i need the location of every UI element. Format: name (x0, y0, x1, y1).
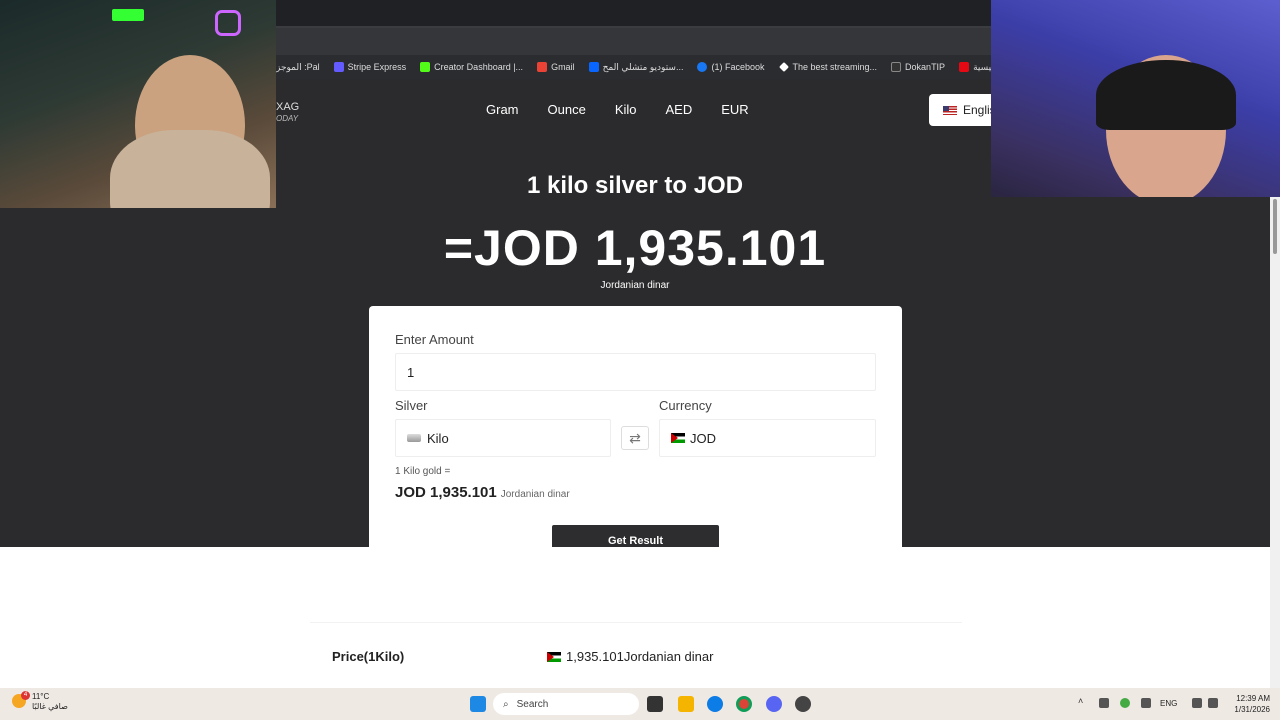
currency-select[interactable]: JOD (659, 419, 876, 457)
clock-time: 12:39 AM (1236, 694, 1270, 703)
price-row-value: 1,935.101Jordanian dinar (547, 649, 713, 664)
discord-icon[interactable] (766, 696, 782, 712)
silver-unit-select[interactable]: Kilo (395, 419, 611, 457)
nav-eur[interactable]: EUR (721, 102, 748, 117)
kick-icon (420, 62, 431, 72)
nav-aed[interactable]: AED (666, 102, 693, 117)
bookmark-item[interactable]: الموجز :Pal (276, 62, 320, 73)
notification-badge: 4 (21, 691, 30, 700)
page-scrollbar[interactable] (1270, 197, 1280, 688)
meta-icon (588, 62, 599, 72)
edge-browser-icon[interactable] (707, 696, 723, 712)
jordan-flag-icon (547, 651, 561, 662)
logo-subtext: ODAY (276, 114, 299, 123)
logo-text: XAG (276, 101, 300, 113)
converter-card: Enter Amount 1 Silver Kilo ⇄ Currency JO… (369, 306, 902, 584)
swap-arrows-icon: ⇄ (629, 429, 641, 446)
sync-icon[interactable] (1099, 698, 1109, 708)
task-view-icon[interactable] (647, 696, 663, 712)
chrome-browser-icon[interactable] (736, 696, 752, 712)
jordan-flag-icon (671, 433, 685, 443)
bookmark-item[interactable]: (1) Facebook (697, 62, 765, 72)
conversion-unit: Jordanian dinar (500, 489, 570, 500)
bookmark-label: DokanTIP (905, 62, 946, 72)
bookmark-item[interactable]: Stripe Express (333, 62, 407, 72)
us-flag-icon (943, 105, 957, 115)
dokantip-icon (891, 62, 902, 72)
table-row: Price(1Kilo) 1,935.101Jordanian dinar (310, 622, 962, 688)
headset-icon (1096, 60, 1236, 130)
price-table-section: Price(1Kilo) 1,935.101Jordanian dinar (0, 547, 1280, 688)
silver-unit-value: Kilo (427, 430, 449, 446)
silver-label: Silver (395, 398, 428, 413)
windows-start-icon[interactable] (470, 696, 486, 712)
weather-description: صافي غالبًا (32, 702, 68, 711)
network-icon[interactable] (1192, 698, 1202, 708)
volume-icon[interactable] (1208, 698, 1218, 708)
windows-taskbar: 11°C صافي غالبًا 4 ⌕ Search ˄ ENG 12:39 … (0, 688, 1280, 720)
currency-value: JOD (690, 430, 716, 446)
microphone-icon[interactable] (1141, 698, 1151, 708)
streamer-shirt (110, 130, 270, 208)
bookmark-label: Gmail (551, 62, 575, 72)
gmail-icon (537, 62, 548, 72)
input-language[interactable]: ENG (1160, 699, 1177, 708)
price-value-text: 1,935.101Jordanian dinar (566, 649, 714, 664)
facebook-icon (697, 62, 708, 72)
webcam-overlay-left (0, 0, 276, 208)
nav-kilo[interactable]: Kilo (615, 102, 637, 117)
diamond-icon (778, 62, 789, 72)
netflix-icon (959, 62, 970, 72)
conversion-note: 1 Kilo gold = (395, 466, 451, 477)
main-nav: Gram Ounce Kilo AED EUR (486, 102, 778, 117)
swap-button[interactable]: ⇄ (621, 426, 649, 450)
bookmark-label: Stripe Express (347, 62, 407, 72)
conversion-result: JOD 1,935.101 Jordanian dinar (395, 484, 570, 501)
silver-bar-icon (407, 434, 421, 442)
bookmark-label: ستوديو متشلي المح... (602, 61, 684, 72)
amount-value: 1 (407, 364, 415, 380)
system-clock[interactable]: 12:39 AM 1/31/2026 (1226, 693, 1270, 715)
amount-input[interactable]: 1 (395, 353, 876, 391)
tray-expand-icon[interactable]: ˄ (1078, 696, 1088, 706)
app-icon[interactable] (795, 696, 811, 712)
taskbar-search[interactable]: ⌕ Search (493, 693, 639, 715)
file-explorer-icon[interactable] (678, 696, 694, 712)
scrollbar-thumb[interactable] (1273, 199, 1277, 254)
bookmark-label: (1) Facebook (711, 62, 765, 72)
neon-logo-icon (215, 10, 241, 36)
site-logo[interactable]: XAG ODAY (276, 101, 299, 125)
bookmark-label: The best streaming... (792, 62, 878, 72)
status-icon[interactable] (1120, 698, 1130, 708)
amount-label: Enter Amount (395, 332, 474, 347)
price-row-label: Price(1Kilo) (332, 649, 405, 664)
result-amount: =JOD 1,935.101 (443, 220, 827, 276)
stripe-icon (333, 62, 344, 72)
bookmark-item[interactable]: Gmail (537, 62, 575, 72)
bookmark-item[interactable]: The best streaming... (778, 62, 878, 72)
clock-date: 1/31/2026 (1234, 705, 1270, 714)
search-icon: ⌕ (503, 698, 509, 710)
bookmark-label: الموجز :Pal (276, 61, 320, 72)
currency-label: Currency (659, 398, 712, 413)
webcam-overlay-right (991, 0, 1280, 197)
temperature-text: 11°C (32, 692, 50, 701)
nav-gram[interactable]: Gram (486, 102, 519, 117)
bookmark-item[interactable]: Creator Dashboard |... (420, 62, 523, 72)
conversion-value: JOD 1,935.101 (395, 484, 497, 501)
bookmark-item[interactable]: ستوديو متشلي المح... (588, 61, 684, 73)
result-currency-name: Jordanian dinar (600, 280, 670, 291)
exit-sign-icon (112, 9, 144, 21)
bookmark-label: Creator Dashboard |... (434, 62, 524, 72)
bookmark-item[interactable]: DokanTIP (891, 62, 945, 72)
nav-ounce[interactable]: Ounce (548, 102, 586, 117)
search-placeholder: Search (516, 698, 549, 710)
